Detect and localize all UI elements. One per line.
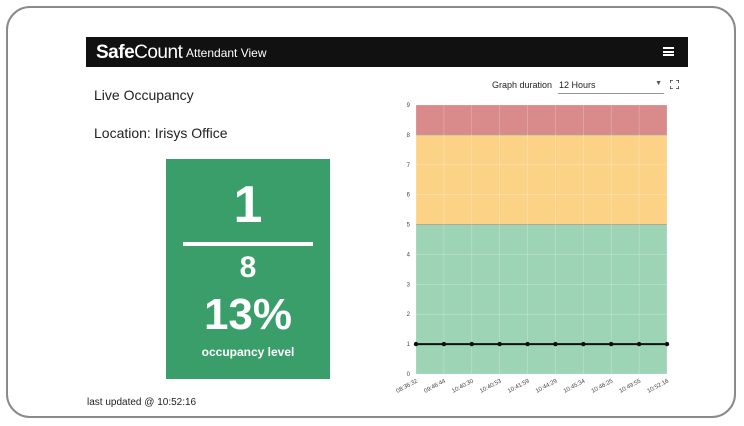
y-tick-label: 1 bbox=[407, 342, 411, 348]
y-tick-label: 4 bbox=[407, 252, 411, 258]
data-point bbox=[441, 341, 447, 347]
x-tick-label: 10:40:53 bbox=[479, 378, 503, 395]
data-point bbox=[413, 341, 419, 347]
page-title: Live Occupancy bbox=[94, 87, 194, 103]
x-tick-label: 09:46:44 bbox=[423, 378, 447, 395]
graph-duration-value: 12 Hours bbox=[559, 80, 596, 90]
threshold-band-1 bbox=[416, 134, 667, 225]
app-logo: SafeCount bbox=[96, 42, 183, 64]
threshold-band-0 bbox=[416, 224, 667, 374]
x-tick-label: 10:41:59 bbox=[507, 378, 531, 395]
graph-duration-select[interactable]: 12 Hours ▼ bbox=[558, 77, 664, 94]
x-tick-label: 10:45:34 bbox=[563, 378, 587, 395]
x-tick-label: 10:40:30 bbox=[451, 378, 475, 395]
data-point bbox=[636, 341, 642, 347]
y-tick-label: 6 bbox=[407, 193, 411, 199]
x-tick-label: 08:36:32 bbox=[395, 378, 419, 395]
threshold-band-2 bbox=[416, 105, 667, 135]
chevron-down-icon: ▼ bbox=[655, 80, 662, 87]
y-tick-label: 0 bbox=[407, 372, 411, 378]
device-frame: SafeCount Attendant View Live Occupancy … bbox=[6, 6, 736, 418]
occupancy-count: 1 bbox=[233, 176, 263, 234]
x-tick-label: 10:46:25 bbox=[591, 378, 615, 395]
y-tick-label: 3 bbox=[407, 282, 411, 288]
brand-thin-text: Count bbox=[134, 42, 183, 63]
location-label: Location: Irisys Office bbox=[94, 125, 228, 141]
data-point bbox=[581, 341, 586, 347]
data-point bbox=[664, 341, 670, 347]
view-title: Attendant View bbox=[186, 46, 267, 60]
y-tick-label: 8 bbox=[407, 133, 411, 139]
brand-bold-text: Safe bbox=[96, 42, 135, 63]
fraction-divider bbox=[183, 242, 313, 246]
graph-duration-label: Graph duration bbox=[492, 80, 553, 90]
occupancy-caption: occupancy level bbox=[201, 345, 295, 359]
x-tick-label: 10:49:55 bbox=[619, 378, 643, 395]
occupancy-max: 8 bbox=[239, 251, 257, 284]
fullscreen-icon[interactable] bbox=[670, 80, 679, 89]
occupancy-chart: 0 1 2 3 4 5 6 7 8 9 08:36:32 09:46:44 10:40:30 10:40:… bbox=[395, 103, 670, 395]
data-point bbox=[553, 341, 558, 347]
occupancy-tile: 1 8 13% occupancy level bbox=[166, 159, 330, 379]
y-tick-label: 9 bbox=[407, 103, 411, 109]
app-screen: SafeCount Attendant View Live Occupancy … bbox=[86, 37, 688, 411]
hamburger-menu-icon[interactable] bbox=[663, 47, 674, 56]
y-tick-label: 5 bbox=[407, 223, 411, 229]
last-updated-text: last updated @ 10:52:16 bbox=[87, 397, 197, 408]
x-tick-label: 10:52:16 bbox=[646, 378, 670, 395]
data-point bbox=[609, 341, 614, 347]
y-tick-label: 2 bbox=[407, 312, 411, 318]
data-point bbox=[497, 341, 502, 347]
occupancy-percent: 13% bbox=[203, 290, 293, 339]
top-bar: SafeCount Attendant View bbox=[86, 37, 688, 67]
y-tick-label: 7 bbox=[407, 163, 411, 169]
data-point bbox=[525, 341, 530, 347]
data-point bbox=[469, 341, 474, 347]
x-tick-label: 10:44:29 bbox=[535, 378, 559, 395]
